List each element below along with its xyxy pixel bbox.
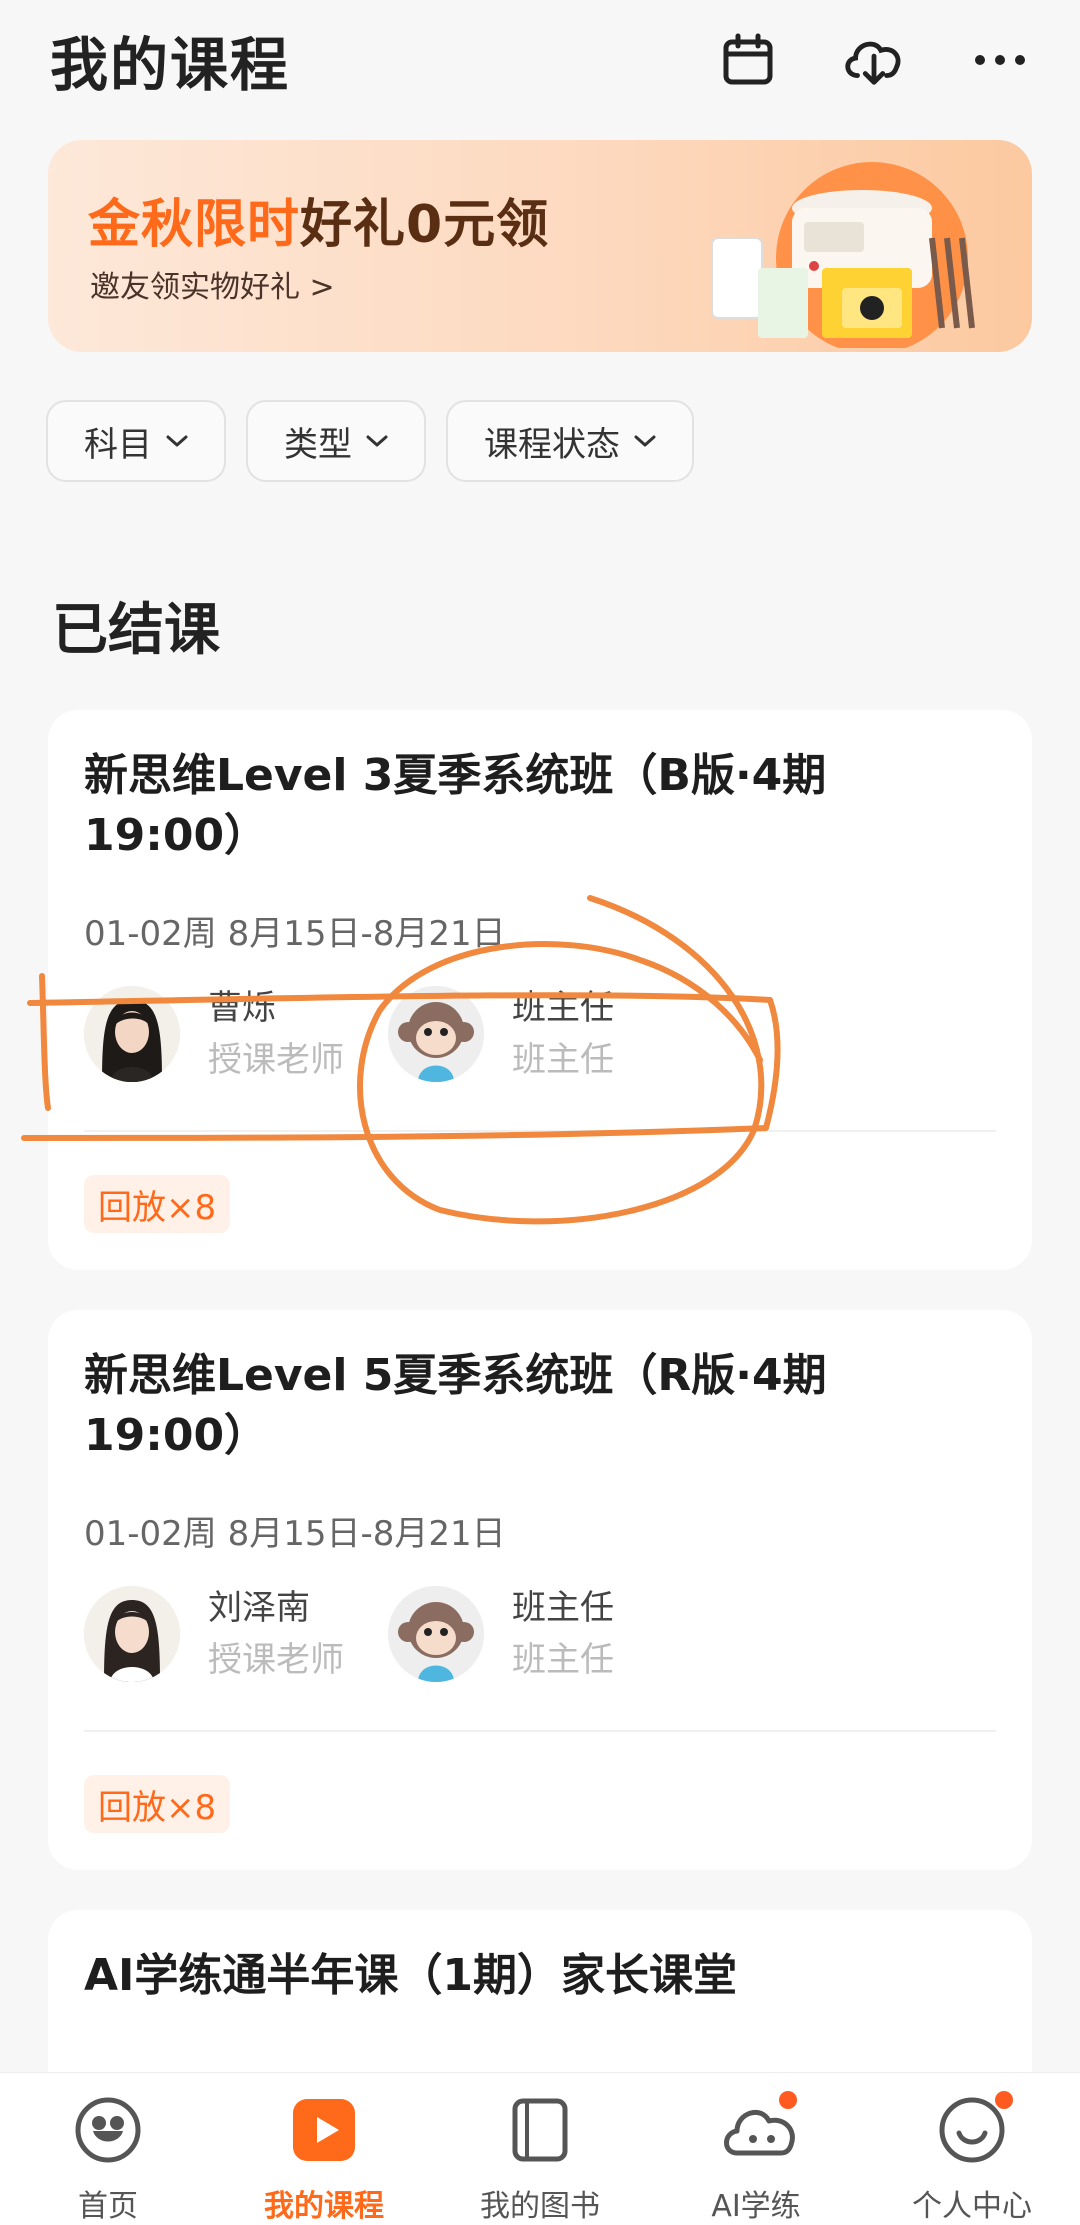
divider xyxy=(84,1730,996,1732)
tab-label: 个人中心 xyxy=(912,2189,1032,2224)
head-teacher-info: 班主任 班主任 xyxy=(512,982,614,1086)
ai-cloud-icon xyxy=(721,2091,797,2165)
course-card[interactable]: 新思维Level 3夏季系统班（B版·4期 19:00） 01-02周 8月15… xyxy=(48,710,1032,1270)
course-card[interactable]: 新思维Level 5夏季系统班（R版·4期 19:00） 01-02周 8月15… xyxy=(48,1310,1032,1870)
filter-label: 科目 xyxy=(84,424,152,465)
tab-my-courses[interactable]: 我的课程 xyxy=(216,2095,432,2225)
avatar xyxy=(388,986,484,1082)
teacher-info: 刘泽南 授课老师 xyxy=(208,1582,344,1686)
cloud-download-icon[interactable] xyxy=(842,28,906,92)
head-teacher[interactable]: 班主任 班主任 xyxy=(388,1582,614,1686)
tab-ai-practice[interactable]: AI学练 xyxy=(648,2091,864,2225)
teacher-role: 授课老师 xyxy=(208,1640,344,1680)
notification-dot xyxy=(995,2091,1013,2109)
teacher-name: 曹烁 xyxy=(208,988,276,1028)
course-title: AI学练通半年课（1期）家长课堂 xyxy=(84,1950,738,2001)
teacher[interactable]: 曹烁 授课老师 xyxy=(84,982,344,1086)
tab-label: 首页 xyxy=(78,2189,138,2224)
tab-label: 我的课程 xyxy=(264,2189,384,2224)
play-icon xyxy=(289,2095,359,2165)
promo-title-highlight: 金秋限时 xyxy=(88,195,301,255)
course-dates: 01-02周 8月15日-8月21日 xyxy=(84,914,506,954)
avatar xyxy=(84,1586,180,1682)
head-teacher-info: 班主任 班主任 xyxy=(512,1582,614,1686)
filter-label: 课程状态 xyxy=(484,424,620,465)
tab-label: AI学练 xyxy=(711,2189,801,2224)
head-teacher-role: 班主任 xyxy=(512,1640,614,1680)
avatar xyxy=(388,1586,484,1682)
teacher[interactable]: 刘泽南 授课老师 xyxy=(84,1582,344,1686)
chevron-down-icon xyxy=(366,435,388,447)
tab-profile[interactable]: 个人中心 xyxy=(864,2091,1080,2225)
course-title: 新思维Level 3夏季系统班（B版·4期 19:00） xyxy=(84,750,827,861)
teacher-info: 曹烁 授课老师 xyxy=(208,982,344,1086)
notification-dot xyxy=(779,2091,797,2109)
header: 我的课程 xyxy=(0,0,1080,120)
promo-title: 金秋限时好礼0元领 xyxy=(88,182,549,257)
promo-subtitle: 邀友领实物好礼 > xyxy=(90,270,335,305)
head-teacher-name: 班主任 xyxy=(512,1588,614,1628)
tab-home[interactable]: 首页 xyxy=(0,2095,216,2225)
filter-subject[interactable]: 科目 xyxy=(46,400,226,482)
bottom-tab-bar: 首页 我的课程 我的图书 AI学练 个人中心 xyxy=(0,2072,1080,2225)
page-title: 我的课程 xyxy=(50,31,291,99)
more-icon[interactable] xyxy=(968,28,1032,92)
filter-course-status[interactable]: 课程状态 xyxy=(446,400,694,482)
teacher-role: 授课老师 xyxy=(208,1040,344,1080)
tab-my-books[interactable]: 我的图书 xyxy=(432,2095,648,2225)
avatar xyxy=(84,986,180,1082)
replay-badge[interactable]: 回放×8 xyxy=(84,1175,231,1233)
calendar-icon[interactable] xyxy=(716,28,780,92)
course-title: 新思维Level 5夏季系统班（R版·4期 19:00） xyxy=(84,1350,827,1461)
promo-gift-image xyxy=(711,162,975,348)
filter-bar: 科目 类型 课程状态 xyxy=(46,400,694,482)
replay-badge[interactable]: 回放×8 xyxy=(84,1775,231,1833)
section-title: 已结课 xyxy=(52,598,220,663)
course-dates: 01-02周 8月15日-8月21日 xyxy=(84,1514,506,1554)
home-icon xyxy=(73,2095,143,2165)
head-teacher[interactable]: 班主任 班主任 xyxy=(388,982,614,1086)
filter-label: 类型 xyxy=(284,424,352,465)
tab-label: 我的图书 xyxy=(480,2189,600,2224)
book-icon xyxy=(505,2095,575,2165)
smile-icon xyxy=(937,2091,1013,2165)
chevron-down-icon xyxy=(634,435,656,447)
filter-type[interactable]: 类型 xyxy=(246,400,426,482)
head-teacher-name: 班主任 xyxy=(512,988,614,1028)
head-teacher-role: 班主任 xyxy=(512,1040,614,1080)
header-actions xyxy=(716,28,1032,92)
promo-title-rest: 好礼0元领 xyxy=(300,195,550,255)
promo-banner[interactable]: 金秋限时好礼0元领 邀友领实物好礼 > xyxy=(48,140,1032,352)
teacher-name: 刘泽南 xyxy=(208,1588,310,1628)
divider xyxy=(84,1130,996,1132)
chevron-down-icon xyxy=(166,435,188,447)
